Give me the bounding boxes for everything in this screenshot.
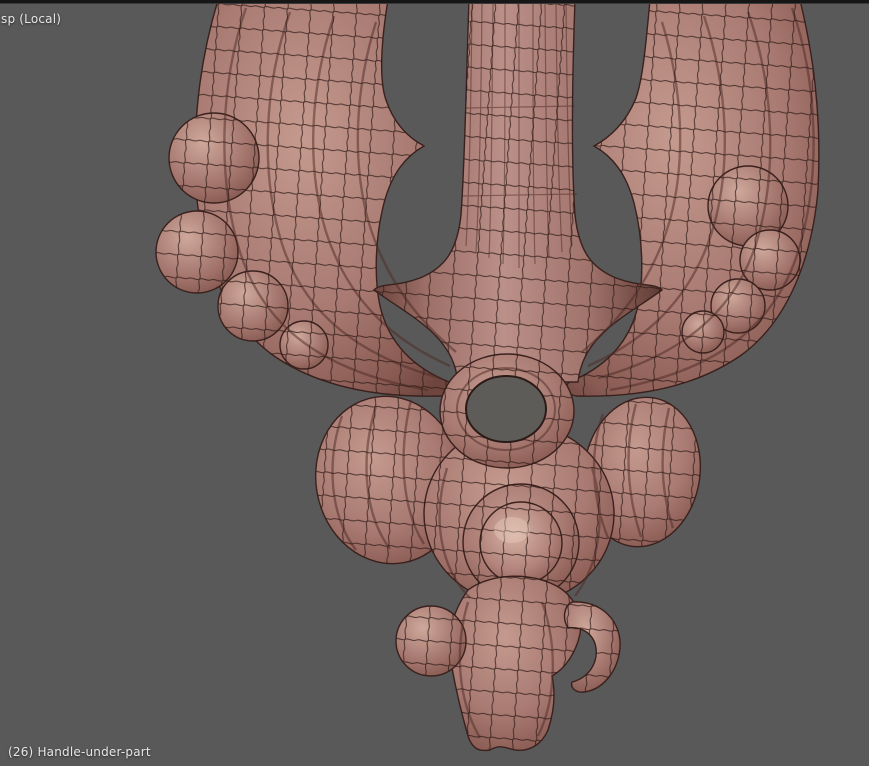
viewport-canvas (0, 0, 869, 766)
window-top-edge (0, 0, 869, 4)
blender-3d-viewport[interactable]: sp (Local) (26) Handle-under-part (0, 0, 869, 766)
mesh-ring-hole (465, 375, 547, 443)
object-info-label: (26) Handle-under-part (8, 745, 151, 759)
dome-highlight (494, 517, 530, 543)
view-perspective-label: sp (Local) (1, 12, 62, 26)
